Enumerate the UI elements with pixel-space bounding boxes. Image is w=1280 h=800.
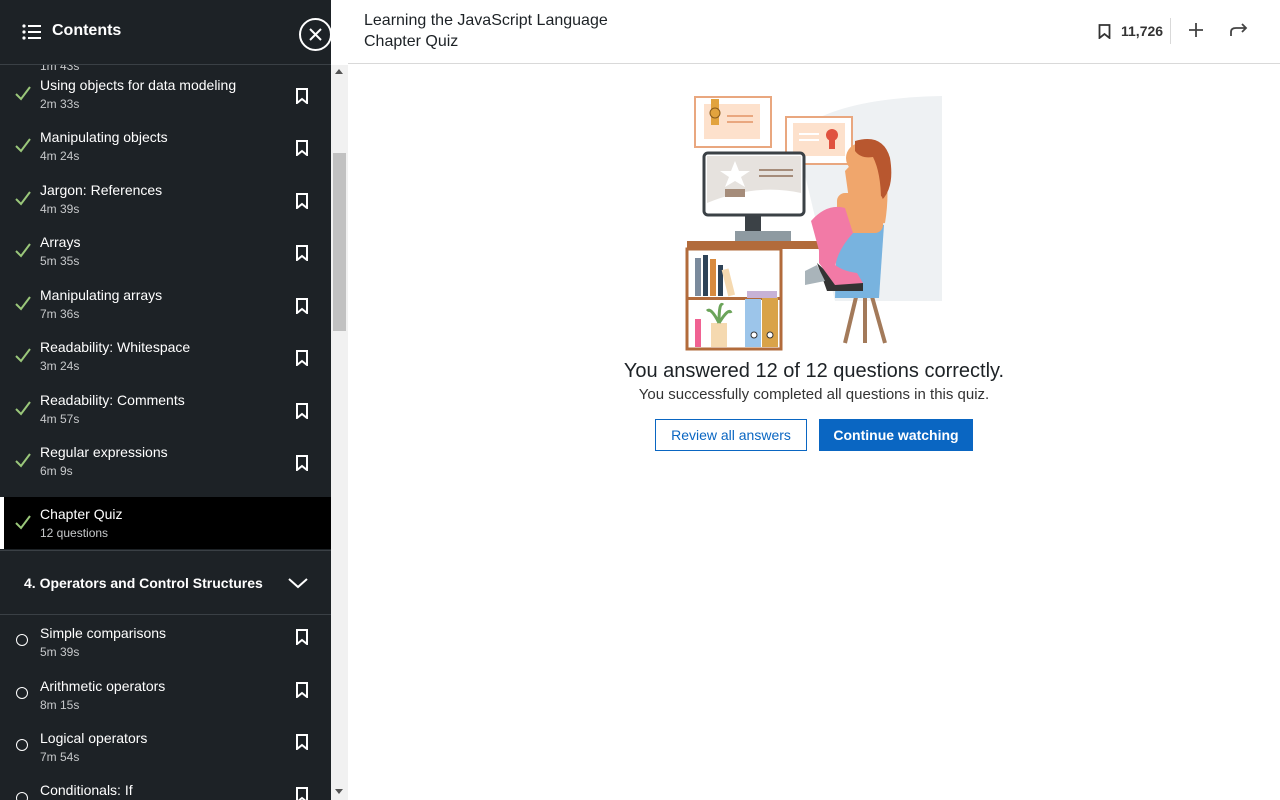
- item-title: Using objects for data modeling: [40, 77, 237, 93]
- checkmark-icon: [15, 243, 31, 258]
- bookmark-icon[interactable]: [295, 298, 309, 314]
- checkmark-icon: [15, 401, 31, 416]
- item-duration: 7m 36s: [40, 307, 80, 321]
- contents-sidebar: Contents 1m 43s Using objects for data m…: [0, 0, 331, 800]
- item-duration: 6m 9s: [40, 464, 73, 478]
- close-icon: [309, 28, 322, 41]
- section-title: 4. Operators and Control Structures: [24, 575, 263, 591]
- item-title: Conditionals: If: [40, 782, 133, 798]
- share-icon[interactable]: [1230, 22, 1248, 38]
- bookmark-icon[interactable]: [295, 682, 309, 698]
- bookmark-icon[interactable]: [295, 245, 309, 261]
- item-duration: 5m 39s: [40, 645, 80, 659]
- incomplete-circle-icon: [16, 792, 28, 800]
- top-bar: Learning the JavaScript Language Chapter…: [348, 0, 1280, 64]
- bookmark-icon[interactable]: [295, 140, 309, 156]
- bookmark-icon[interactable]: [295, 787, 309, 800]
- chapter-title: Chapter Quiz: [364, 33, 459, 50]
- checkmark-icon: [15, 296, 31, 311]
- item-duration: 2m 33s: [40, 97, 80, 111]
- item-title: Logical operators: [40, 730, 148, 746]
- list-item-active[interactable]: Chapter Quiz 12 questions: [0, 497, 331, 549]
- checkmark-icon: [15, 453, 31, 468]
- checkmark-icon: [15, 348, 31, 363]
- incomplete-circle-icon: [16, 687, 28, 699]
- item-duration: 4m 39s: [40, 202, 80, 216]
- item-title: Arrays: [40, 234, 81, 250]
- list-icon: [22, 24, 41, 40]
- sidebar-title: Contents: [52, 22, 122, 39]
- bookmark-icon[interactable]: [295, 734, 309, 750]
- item-title: Chapter Quiz: [40, 506, 123, 522]
- continue-watching-button[interactable]: Continue watching: [819, 419, 973, 451]
- item-title: Simple comparisons: [40, 625, 167, 641]
- list-item[interactable]: Manipulating arrays 7m 36s: [0, 278, 331, 330]
- checkmark-icon: [15, 191, 31, 206]
- add-icon[interactable]: [1188, 22, 1204, 38]
- list-item[interactable]: Arithmetic operators 8m 15s: [0, 673, 331, 725]
- list-item[interactable]: Conditionals: If: [0, 778, 331, 800]
- list-item[interactable]: Arrays 5m 35s: [0, 225, 331, 277]
- list-item[interactable]: Regular expressions 6m 9s: [0, 435, 331, 487]
- item-duration: 8m 15s: [40, 698, 80, 712]
- list-item[interactable]: Readability: Whitespace 3m 24s: [0, 330, 331, 382]
- review-answers-button[interactable]: Review all answers: [655, 419, 807, 451]
- list-item[interactable]: Simple comparisons 5m 39s: [0, 620, 331, 672]
- list-item[interactable]: Using objects for data modeling 2m 33s: [0, 68, 331, 120]
- item-duration: 4m 24s: [40, 149, 80, 163]
- checkmark-icon: [15, 515, 31, 530]
- item-title: Arithmetic operators: [40, 678, 166, 694]
- sidebar-header: Contents: [0, 0, 331, 65]
- incomplete-circle-icon: [16, 739, 28, 751]
- quiz-result-panel: You answered 12 of 12 questions correctl…: [348, 65, 1280, 800]
- bookmark-icon[interactable]: [295, 455, 309, 471]
- bookmark-icon[interactable]: [295, 629, 309, 645]
- course-title: Learning the JavaScript Language: [364, 12, 608, 29]
- item-duration: 7m 54s: [40, 750, 80, 764]
- checkmark-icon: [15, 86, 31, 101]
- close-sidebar-button[interactable]: [299, 18, 331, 51]
- item-title: Readability: Whitespace: [40, 339, 191, 355]
- quiz-complete-illustration: [685, 96, 942, 351]
- quiz-result-subtext: You successfully completed all questions…: [638, 386, 990, 403]
- list-item[interactable]: Jargon: References 4m 39s: [0, 173, 331, 225]
- item-title: Manipulating arrays: [40, 287, 163, 303]
- checkmark-icon: [15, 138, 31, 153]
- list-item[interactable]: Manipulating objects 4m 24s: [0, 120, 331, 172]
- bookmark-icon[interactable]: [295, 403, 309, 419]
- item-title: Regular expressions: [40, 444, 168, 460]
- item-title: Readability: Comments: [40, 392, 185, 408]
- sidebar-scrollbar[interactable]: [331, 65, 348, 800]
- bookmark-icon[interactable]: [295, 88, 309, 104]
- toolbar-divider: [1170, 18, 1171, 44]
- save-count: 11,726: [1121, 23, 1164, 39]
- bookmark-icon[interactable]: [295, 350, 309, 366]
- quiz-result-heading: You answered 12 of 12 questions correctl…: [623, 360, 1005, 382]
- incomplete-circle-icon: [16, 634, 28, 646]
- item-question-count: 12 questions: [40, 526, 109, 540]
- item-duration: 5m 35s: [40, 254, 80, 268]
- bookmark-icon[interactable]: [295, 193, 309, 209]
- item-duration: 3m 24s: [40, 359, 80, 373]
- item-title: Jargon: References: [40, 182, 163, 198]
- list-item[interactable]: Readability: Comments 4m 57s: [0, 383, 331, 435]
- scrollbar-thumb[interactable]: [333, 153, 346, 331]
- chapter-section-header[interactable]: 4. Operators and Control Structures: [0, 550, 331, 615]
- item-duration: 4m 57s: [40, 412, 80, 426]
- scroll-up-arrow-icon[interactable]: [335, 69, 343, 74]
- list-item[interactable]: Logical operators 7m 54s: [0, 725, 331, 777]
- chevron-down-icon: [288, 578, 308, 589]
- item-title: Manipulating objects: [40, 129, 168, 145]
- bookmark-icon: [1098, 24, 1111, 39]
- scroll-down-arrow-icon[interactable]: [335, 789, 343, 794]
